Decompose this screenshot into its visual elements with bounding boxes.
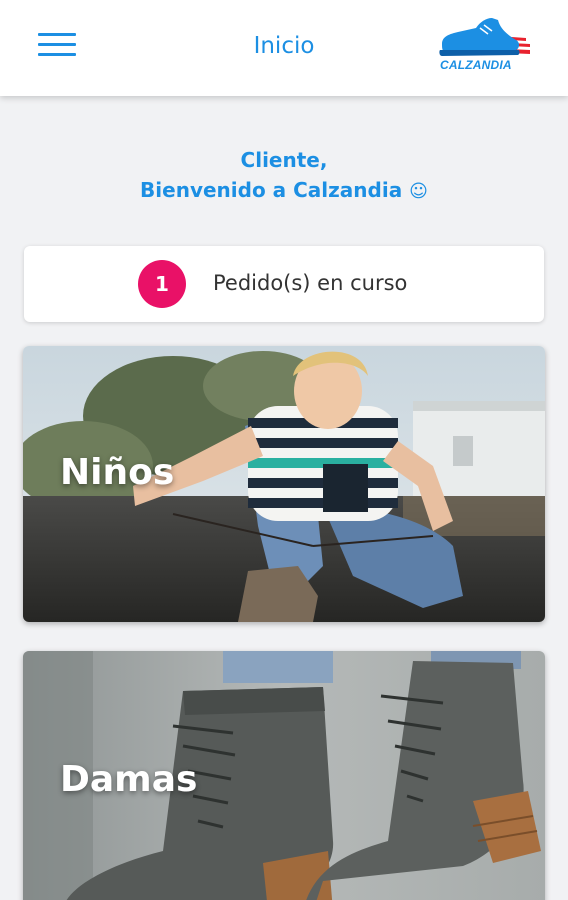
category-card-damas[interactable]: Damas <box>23 651 545 900</box>
app-screen: Inicio CALZANDIA Cliente, Bienvenido a C… <box>0 0 568 900</box>
orders-count-badge: 1 <box>138 260 186 308</box>
welcome-greeting: Cliente, <box>240 148 328 172</box>
calzandia-logo[interactable]: CALZANDIA <box>436 14 532 76</box>
orders-label: Pedido(s) en curso <box>213 271 408 295</box>
smiley-icon: ☺ <box>409 181 428 202</box>
category-card-ninos[interactable]: Niños <box>23 346 545 622</box>
shoe-logo-icon <box>439 18 530 56</box>
welcome-message: Cliente, Bienvenido a Calzandia ☺ <box>0 145 568 207</box>
orders-in-progress-card[interactable]: 1 Pedido(s) en curso <box>24 246 544 322</box>
category-label-damas: Damas <box>60 759 198 800</box>
welcome-subtitle: Bienvenido a Calzandia ☺ <box>0 175 568 207</box>
top-app-bar: Inicio CALZANDIA <box>0 0 568 96</box>
logo-wordmark: CALZANDIA <box>440 58 512 72</box>
welcome-text: Bienvenido a Calzandia <box>140 178 403 202</box>
category-label-ninos: Niños <box>60 452 175 493</box>
